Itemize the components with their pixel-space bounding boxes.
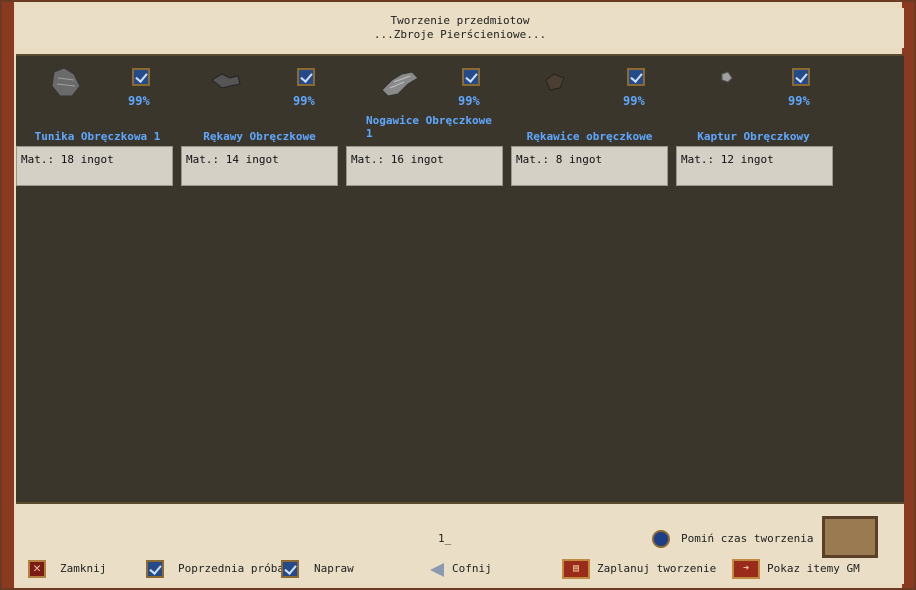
item-2-success-chance: 99% xyxy=(293,94,315,108)
show-gm-items-label[interactable]: Pokaz itemy GM xyxy=(767,562,860,575)
crafting-window: Tworzenie przedmiotow ...Zbroje Pierście… xyxy=(0,0,916,590)
previous-attempt-label[interactable]: Poprzednia próba xyxy=(178,562,284,575)
item-5-success-chance: 99% xyxy=(788,94,810,108)
skip-time-label: Pomiń czas tworzenia xyxy=(681,532,814,545)
item-3-checkbox[interactable] xyxy=(462,68,480,86)
item-4-success-chance: 99% xyxy=(623,94,645,108)
item-4-checkbox[interactable] xyxy=(627,68,645,86)
repair-checkbox[interactable] xyxy=(281,560,299,578)
item-3-success-chance: 99% xyxy=(458,94,480,108)
window-title: Tworzenie przedmiotow xyxy=(390,14,530,27)
plan-crafting-icon[interactable]: ▤ xyxy=(562,559,590,579)
footer-panel: 1_ Pomiń czas tworzenia ✕ Zamknij Poprze… xyxy=(16,504,904,584)
previous-attempt-checkbox[interactable] xyxy=(146,560,164,578)
item-1-materials: Mat.: 18 ingot xyxy=(16,146,173,186)
back-label[interactable]: Cofnij xyxy=(452,562,492,575)
item-2-materials: Mat.: 14 ingot xyxy=(181,146,338,186)
chest-armor-icon[interactable] xyxy=(46,66,86,100)
item-preview xyxy=(822,516,878,558)
repair-label[interactable]: Napraw xyxy=(314,562,354,575)
show-gm-items-icon[interactable]: ➜ xyxy=(732,559,760,579)
item-1-success-chance: 99% xyxy=(128,94,150,108)
close-label[interactable]: Zamknij xyxy=(60,562,106,575)
item-5-materials: Mat.: 12 ingot xyxy=(676,146,833,186)
arms-armor-icon[interactable] xyxy=(206,66,246,100)
item-4-name[interactable]: Rękawice obręczkowe xyxy=(512,130,667,143)
leg-armor-icon[interactable] xyxy=(378,66,419,100)
item-3-name[interactable]: Nogawice Obręczkowe 1 xyxy=(366,114,494,140)
close-button[interactable]: ✕ xyxy=(28,560,46,578)
gloves-icon[interactable] xyxy=(538,66,578,100)
item-4-materials: Mat.: 8 ingot xyxy=(511,146,668,186)
item-2-name[interactable]: Rękawy Obręczkowe xyxy=(182,130,337,143)
item-3-materials: Mat.: 16 ingot xyxy=(346,146,503,186)
left-border-decoration xyxy=(2,2,14,588)
item-1-checkbox[interactable] xyxy=(132,68,150,86)
skip-time-radio[interactable] xyxy=(652,530,670,548)
category-subtitle: ...Zbroje Pierścieniowe... xyxy=(373,28,547,41)
items-panel: 99% Tunika Obręczkowa 1 Mat.: 18 ingot 9… xyxy=(16,54,904,504)
amount-input[interactable]: 1_ xyxy=(438,532,451,545)
item-5-checkbox[interactable] xyxy=(792,68,810,86)
item-1-name[interactable]: Tunika Obręczkowa 1 xyxy=(20,130,175,143)
helmet-icon[interactable] xyxy=(706,66,746,100)
window-header: Tworzenie przedmiotow ...Zbroje Pierście… xyxy=(16,8,904,48)
item-2-checkbox[interactable] xyxy=(297,68,315,86)
plan-crafting-label[interactable]: Zaplanuj tworzenie xyxy=(597,562,716,575)
item-5-name[interactable]: Kaptur Obręczkowy xyxy=(676,130,831,143)
back-arrow-icon[interactable] xyxy=(430,563,444,577)
